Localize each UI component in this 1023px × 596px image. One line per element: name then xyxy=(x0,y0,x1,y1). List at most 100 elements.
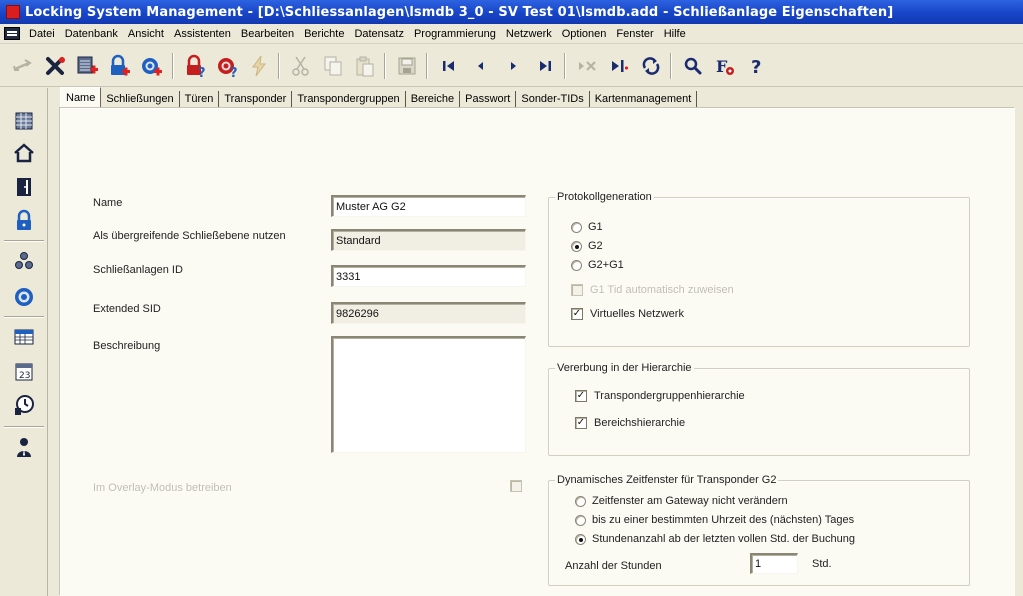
svg-text:?: ? xyxy=(230,66,238,78)
checkbox-virtual-network[interactable]: ✓ Virtuelles Netzwerk xyxy=(571,308,684,320)
door-icon[interactable] xyxy=(9,172,39,202)
toolbar-separator xyxy=(172,53,174,79)
tab-bereiche[interactable]: Bereiche xyxy=(406,91,461,109)
radio-g2g1[interactable]: G2+G1 xyxy=(571,259,624,271)
radio-g2-indicator[interactable] xyxy=(571,240,582,252)
checkbox-g1-tid-box xyxy=(571,284,583,296)
new-transponder-icon[interactable] xyxy=(136,51,166,81)
menu-datei[interactable]: Datei xyxy=(24,28,60,40)
table-icon[interactable] xyxy=(9,322,39,352)
protocol-group: Protokollgeneration xyxy=(548,191,970,347)
radio-timewin-unchanged-indicator[interactable] xyxy=(575,495,586,507)
menu-programmierung[interactable]: Programmierung xyxy=(409,28,501,40)
radio-timewin-until-time-indicator[interactable] xyxy=(575,514,586,526)
filter-icon[interactable]: F xyxy=(710,51,740,81)
checkbox-area-hierarchy[interactable]: ✓ Bereichshierarchie xyxy=(575,417,685,429)
calendar-icon[interactable]: 23 xyxy=(9,356,39,386)
menu-netzwerk[interactable]: Netzwerk xyxy=(501,28,557,40)
menu-assistenten[interactable]: Assistenten xyxy=(169,28,236,40)
delete-x-icon[interactable] xyxy=(40,51,70,81)
tab-strip: Name Schließungen Türen Transponder Tran… xyxy=(60,87,698,109)
extended-sid-field: 9826296 xyxy=(331,302,526,324)
grid-icon[interactable] xyxy=(9,106,39,136)
hours-input[interactable]: 1 xyxy=(750,553,798,574)
next-record-icon[interactable] xyxy=(498,51,528,81)
toolbar-separator xyxy=(564,53,566,79)
clock-icon[interactable] xyxy=(9,390,39,420)
menu-ansicht[interactable]: Ansicht xyxy=(123,28,169,40)
svg-text:F: F xyxy=(716,57,728,76)
toolbar: ? ? F ? xyxy=(0,45,1023,87)
menu-fenster[interactable]: Fenster xyxy=(611,28,658,40)
radio-timewin-unchanged[interactable]: Zeitfenster am Gateway nicht verändern xyxy=(575,495,788,507)
radio-timewin-hours-indicator[interactable] xyxy=(575,533,586,545)
overlay-label: Im Overlay-Modus betreiben xyxy=(93,482,232,494)
delete-record-icon[interactable] xyxy=(572,51,602,81)
help-icon[interactable]: ? xyxy=(742,51,772,81)
name-label: Name xyxy=(93,197,123,209)
radio-g2g1-indicator[interactable] xyxy=(571,259,582,271)
tab-passwort[interactable]: Passwort xyxy=(460,91,517,109)
new-system-icon[interactable] xyxy=(72,51,102,81)
swap-arrows-icon[interactable] xyxy=(8,51,38,81)
sid-label: Extended SID xyxy=(93,303,161,315)
paste-icon[interactable] xyxy=(350,51,380,81)
previous-record-icon[interactable] xyxy=(466,51,496,81)
radio-g1-indicator[interactable] xyxy=(571,221,582,233)
lock-icon[interactable] xyxy=(9,206,39,236)
id-label: Schließanlagen ID xyxy=(93,264,183,276)
name-input[interactable]: Muster AG G2 xyxy=(331,195,526,217)
checkbox-tgh-label: Transpondergruppenhierarchie xyxy=(594,390,745,402)
toolbar-separator xyxy=(278,53,280,79)
home-icon[interactable] xyxy=(9,138,39,168)
menu-datenbank[interactable]: Datenbank xyxy=(60,28,123,40)
cut-icon[interactable] xyxy=(286,51,316,81)
tab-transpondergruppen[interactable]: Transpondergruppen xyxy=(292,91,406,109)
new-lock-icon[interactable] xyxy=(104,51,134,81)
document-menu-icon[interactable] xyxy=(4,27,20,40)
person-icon[interactable] xyxy=(9,432,39,462)
tab-transponder[interactable]: Transponder xyxy=(219,91,293,109)
menu-bar: Datei Datenbank Ansicht Assistenten Bear… xyxy=(0,24,1023,44)
window-title: Locking System Management - [D:\Schliess… xyxy=(25,4,894,20)
group-icon[interactable] xyxy=(9,246,39,276)
transponder-icon[interactable] xyxy=(9,282,39,312)
menu-datensatz[interactable]: Datensatz xyxy=(349,28,409,40)
lightning-icon[interactable] xyxy=(244,51,274,81)
tab-tueren[interactable]: Türen xyxy=(180,91,220,109)
radio-g2g1-label: G2+G1 xyxy=(588,259,624,271)
tab-schliessungen[interactable]: Schließungen xyxy=(101,91,180,109)
tab-sonder-tids[interactable]: Sonder-TIDs xyxy=(516,91,590,109)
toolbar-separator xyxy=(670,53,672,79)
last-record-icon[interactable] xyxy=(530,51,560,81)
new-record-icon[interactable] xyxy=(604,51,634,81)
save-icon[interactable] xyxy=(392,51,422,81)
description-label: Beschreibung xyxy=(93,340,161,352)
radio-g2[interactable]: G2 xyxy=(571,240,603,252)
radio-g1[interactable]: G1 xyxy=(571,221,603,233)
menu-bearbeiten[interactable]: Bearbeiten xyxy=(236,28,299,40)
radio-timewin-hours[interactable]: Stundenanzahl ab der letzten vollen Std.… xyxy=(575,533,855,545)
checkbox-transpondergroup-hierarchy[interactable]: ✓ Transpondergruppenhierarchie xyxy=(575,390,745,402)
menu-berichte[interactable]: Berichte xyxy=(299,28,349,40)
radio-timewin-until-time[interactable]: bis zu einer bestimmten Uhrzeit des (näc… xyxy=(575,514,854,526)
sidebar-separator xyxy=(4,240,44,242)
menu-hilfe[interactable]: Hilfe xyxy=(659,28,691,40)
copy-icon[interactable] xyxy=(318,51,348,81)
lock-question-icon[interactable]: ? xyxy=(180,51,210,81)
tab-kartenmanagement[interactable]: Kartenmanagement xyxy=(590,91,698,109)
tab-name[interactable]: Name xyxy=(60,87,102,109)
description-textarea[interactable] xyxy=(331,336,526,453)
first-record-icon[interactable] xyxy=(434,51,464,81)
transponder-question-icon[interactable]: ? xyxy=(212,51,242,81)
svg-text:?: ? xyxy=(751,57,761,78)
search-icon[interactable] xyxy=(678,51,708,81)
checkbox-tgh-box[interactable]: ✓ xyxy=(575,390,587,402)
menu-optionen[interactable]: Optionen xyxy=(557,28,612,40)
system-id-input[interactable]: 3331 xyxy=(331,265,526,287)
checkbox-virtual-network-box[interactable]: ✓ xyxy=(571,308,583,320)
refresh-icon[interactable] xyxy=(636,51,666,81)
app-icon xyxy=(6,5,20,19)
calendar-day: 23 xyxy=(19,371,30,381)
checkbox-bh-box[interactable]: ✓ xyxy=(575,417,587,429)
